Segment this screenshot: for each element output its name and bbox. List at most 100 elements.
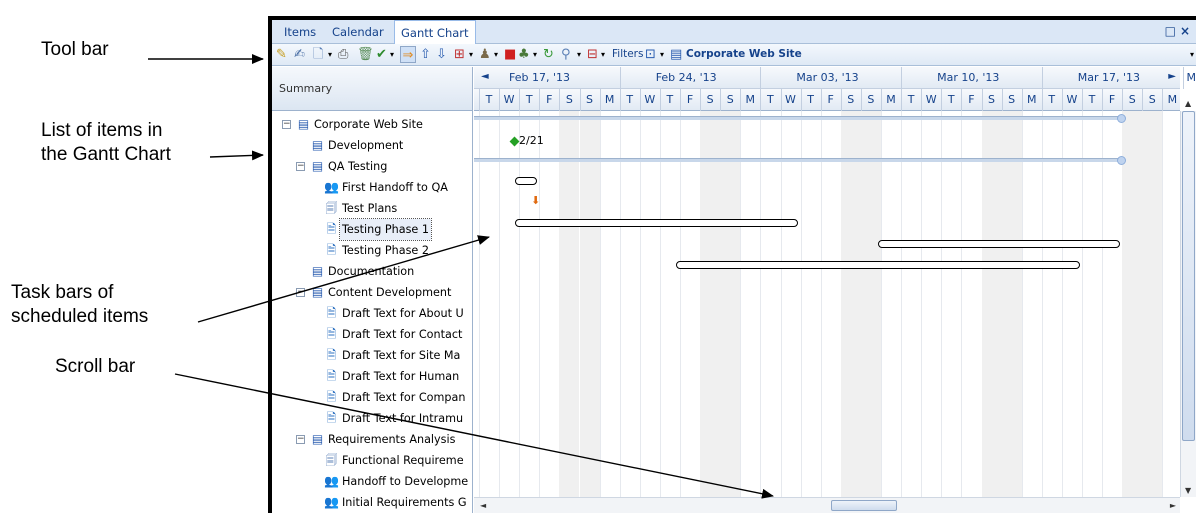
summary-bar-qa-testing[interactable]: [474, 158, 1122, 162]
grid-column-line: [740, 111, 742, 497]
pencil-icon[interactable]: ✎: [276, 46, 287, 63]
summary-item[interactable]: − ▤ Requirements Analysis: [272, 429, 472, 450]
summary-item[interactable]: 🗎 Draft Text for Contact: [272, 324, 472, 345]
filter-icon[interactable]: ⊡: [645, 46, 656, 63]
taskbar-documentation[interactable]: [676, 261, 1080, 269]
summary-item[interactable]: 🗐 Functional Requireme: [272, 450, 472, 471]
annotation-items-list-line2: the Gantt Chart: [41, 144, 171, 165]
next-period-icon[interactable]: ►: [1168, 71, 1176, 82]
summary-item[interactable]: 🗎 Testing Phase 1: [272, 218, 472, 241]
scroll-up-icon[interactable]: ▲: [1185, 99, 1191, 108]
collapse-toggle-icon[interactable]: −: [296, 162, 305, 171]
day-label: S: [1128, 93, 1136, 106]
summary-item[interactable]: 🗎 Draft Text for Human: [272, 366, 472, 387]
summary-item[interactable]: 🗎 Draft Text for Intramu: [272, 408, 472, 429]
summary-item[interactable]: 🗎 Draft Text for Compan: [272, 387, 472, 408]
tab-calendar[interactable]: Calendar: [326, 20, 390, 44]
delete-icon[interactable]: 🗑: [357, 46, 374, 63]
summary-item[interactable]: ▤ Documentation: [272, 261, 472, 282]
summary-item[interactable]: 👥 Handoff to Developme: [272, 471, 472, 492]
summary-item-label: First Handoff to QA: [342, 181, 448, 194]
summary-item[interactable]: 🗎 Testing Phase 2: [272, 240, 472, 261]
summary-item-label: Initial Requirements G: [342, 496, 467, 509]
summary-item[interactable]: 🗎 Draft Text for Site Ma: [272, 345, 472, 366]
refresh-icon[interactable]: ↻: [543, 46, 554, 63]
tab-gantt-chart[interactable]: Gantt Chart: [394, 20, 476, 45]
document-icon: 🗎: [326, 306, 337, 320]
export-icon[interactable]: ⇒: [400, 46, 416, 63]
summary-task-icon: ▤: [311, 432, 324, 446]
dropdown-icon[interactable]: ▾: [601, 46, 605, 63]
restore-icon[interactable]: □: [1165, 23, 1176, 39]
dropdown-icon[interactable]: ▾: [533, 46, 537, 63]
summary-item[interactable]: 🗎 Draft Text for About U: [272, 303, 472, 324]
summary-item[interactable]: − ▤ Corporate Web Site: [272, 114, 472, 135]
day-separator: [479, 89, 480, 111]
columns-icon[interactable]: ⊟: [587, 46, 598, 63]
day-label: F: [1108, 93, 1116, 106]
horizontal-scroll-thumb[interactable]: [831, 500, 897, 511]
stop-icon[interactable]: ■: [504, 46, 516, 63]
link-icon[interactable]: ⚲: [561, 46, 571, 63]
day-separator: [860, 89, 862, 111]
edit-icon[interactable]: ✍: [294, 46, 305, 63]
grid-icon[interactable]: ⊞: [454, 46, 465, 63]
assign-icon[interactable]: ♟: [479, 46, 491, 63]
tab-items[interactable]: Items: [278, 20, 322, 44]
taskbar-testing-phase-1[interactable]: [515, 219, 798, 227]
collapse-toggle-icon[interactable]: −: [282, 120, 291, 129]
annotation-taskbars-line2: scheduled items: [11, 306, 149, 327]
collapse-toggle-icon[interactable]: −: [296, 435, 305, 444]
grid-column-line: [1061, 111, 1063, 497]
scroll-left-icon[interactable]: ◄: [480, 501, 486, 510]
dropdown-icon[interactable]: ▾: [328, 46, 332, 63]
print-icon[interactable]: ⎙: [338, 46, 348, 63]
dropdown-icon[interactable]: ▾: [660, 46, 664, 63]
summary-bar-corporate-web-site[interactable]: [474, 116, 1122, 120]
dropdown-icon[interactable]: ▾: [469, 46, 473, 63]
summary-item[interactable]: 👥 Initial Requirements G: [272, 492, 472, 513]
toolbar-overflow-icon[interactable]: ▾: [1190, 46, 1194, 63]
users-icon[interactable]: ♣: [518, 46, 530, 63]
taskbar-first-handoff-to-qa[interactable]: [515, 177, 537, 185]
summary-item[interactable]: ▤ Development: [272, 135, 472, 156]
site-icon[interactable]: ▤: [670, 46, 682, 63]
day-separator: [499, 89, 501, 111]
day-separator: [780, 89, 782, 111]
scroll-down-icon[interactable]: ▼: [1185, 486, 1191, 495]
dropdown-icon[interactable]: ▾: [390, 46, 394, 63]
vertical-scrollbar[interactable]: ▲ ▼: [1180, 99, 1196, 497]
grid-column-line: [800, 111, 802, 497]
check-icon[interactable]: ✔: [376, 46, 387, 63]
summary-item[interactable]: − ▤ Content Development: [272, 282, 472, 303]
milestone-development[interactable]: [509, 136, 520, 147]
summary-item[interactable]: 🗐 Test Plans: [272, 198, 472, 219]
grid-column-line: [1041, 111, 1043, 497]
day-separator: [1021, 89, 1023, 111]
dropdown-icon[interactable]: ▾: [577, 46, 581, 63]
taskbar-testing-phase-2[interactable]: [878, 240, 1120, 248]
summary-item-label: Draft Text for Site Ma: [342, 349, 461, 362]
vertical-scroll-thumb[interactable]: [1182, 111, 1195, 441]
horizontal-scrollbar[interactable]: ◄ ►: [474, 497, 1180, 513]
people-icon: 👥: [324, 474, 339, 488]
collapse-toggle-icon[interactable]: −: [296, 288, 305, 297]
summary-header[interactable]: Summary: [272, 67, 472, 111]
summary-item-label: Draft Text for Contact: [342, 328, 463, 341]
weekend-column: [700, 111, 721, 497]
document-icon: 🗎: [326, 369, 337, 383]
prev-period-icon[interactable]: ◄: [481, 71, 489, 82]
filters-label[interactable]: Filters: [612, 47, 643, 62]
scroll-right-icon[interactable]: ►: [1170, 501, 1176, 510]
grid-column-line: [519, 111, 521, 497]
site-label[interactable]: Corporate Web Site: [686, 47, 802, 62]
day-separator: [599, 89, 601, 111]
move-down-icon[interactable]: ⇩: [436, 46, 447, 63]
dropdown-icon[interactable]: ▾: [494, 46, 498, 63]
new-item-icon[interactable]: 🗋: [313, 46, 323, 63]
close-icon[interactable]: ×: [1180, 23, 1190, 39]
document-stack-icon: 🗐: [325, 453, 338, 467]
move-up-icon[interactable]: ⇧: [420, 46, 431, 63]
summary-item[interactable]: 👥 First Handoff to QA: [272, 177, 472, 198]
summary-item[interactable]: − ▤ QA Testing: [272, 156, 472, 177]
